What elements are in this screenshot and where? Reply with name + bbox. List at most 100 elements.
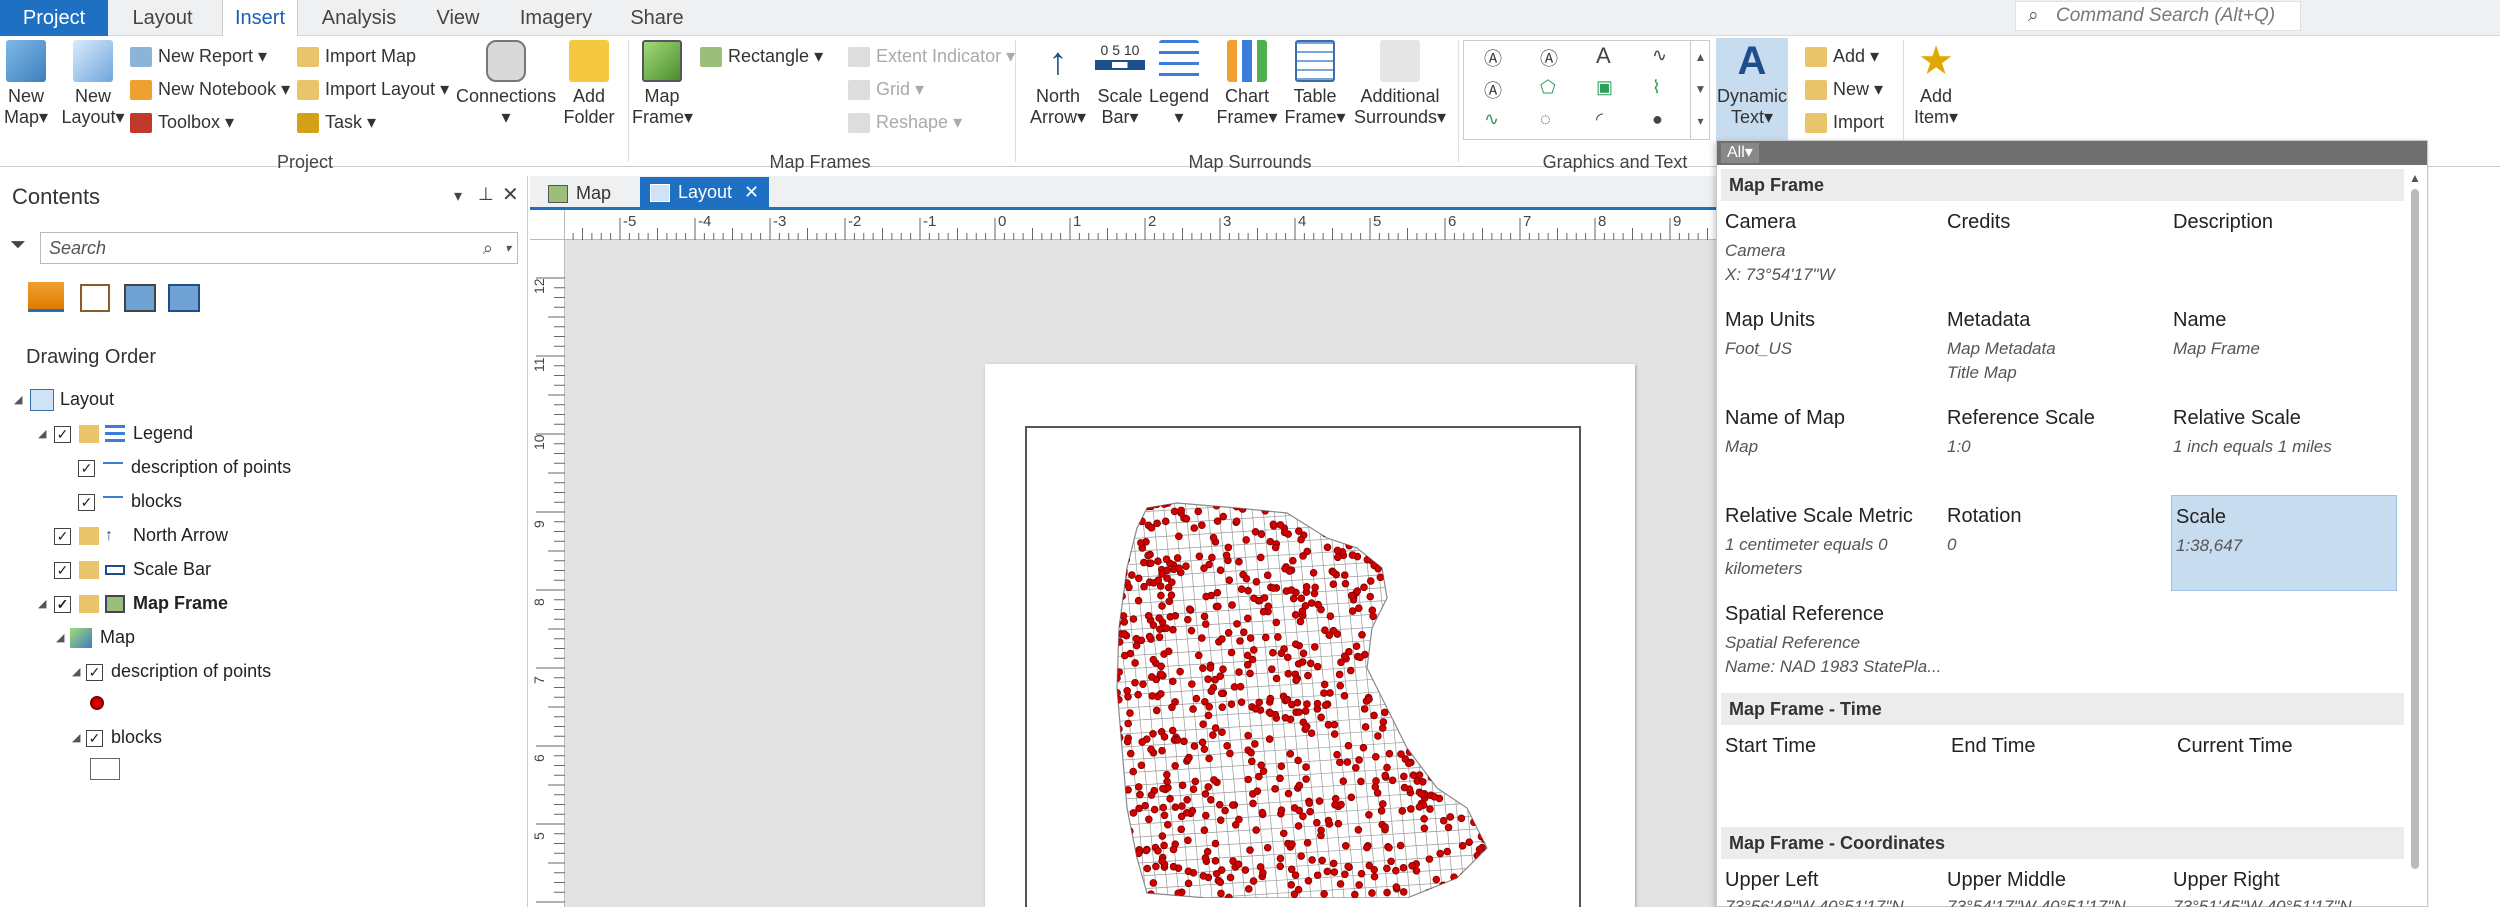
visibility-checkbox[interactable]: ✓ <box>86 663 103 681</box>
arc-icon[interactable]: ◜ <box>1596 109 1603 130</box>
import-layout-button[interactable]: Import Layout ▾ <box>297 75 449 103</box>
close-tab-icon[interactable]: ✕ <box>744 182 759 202</box>
selection-tab[interactable] <box>124 284 156 312</box>
tree-item-north-arrow[interactable]: ✓ ↑ North Arrow <box>54 522 228 548</box>
visibility-checkbox[interactable]: ✓ <box>86 729 103 747</box>
dt-item-camera[interactable]: Camera Camera X: 73°54'17"W <box>1721 205 1947 297</box>
curve-icon[interactable]: ∿ <box>1484 109 1499 130</box>
scale-bar-button[interactable]: 0 5 10 Scale Bar▾ <box>1094 40 1146 128</box>
layout-canvas[interactable] <box>565 240 1720 907</box>
line-icon[interactable]: ⌇ <box>1652 77 1661 98</box>
picture-icon[interactable]: ▣ <box>1596 77 1613 98</box>
visibility-checkbox[interactable]: ✓ <box>54 561 71 579</box>
reshape-button[interactable]: Reshape ▾ <box>848 108 962 136</box>
tab-share[interactable]: Share <box>622 0 692 36</box>
rectangle-button[interactable]: Rectangle ▾ <box>700 42 823 70</box>
filter-dropdown[interactable]: All▾ <box>1721 143 1759 163</box>
tab-imagery[interactable]: Imagery <box>508 0 604 36</box>
dt-item-start-time[interactable]: Start Time <box>1725 735 1816 758</box>
dt-item-metadata[interactable]: Metadata Map Metadata Title Map <box>1947 303 2173 395</box>
dt-item-upper-left[interactable]: Upper Left 73°56'48"W 40°51'17"N <box>1721 865 1947 907</box>
tab-view[interactable]: View <box>425 0 491 36</box>
add-style-button[interactable]: Add ▾ <box>1805 42 1879 70</box>
toolbox-button[interactable]: Toolbox ▾ <box>130 108 234 136</box>
expand-icon[interactable]: ◢ <box>38 597 46 610</box>
dt-item-upper-right[interactable]: Upper Right 73°51'45"W 40°51'17"N <box>2173 865 2399 907</box>
visibility-checkbox[interactable]: ✓ <box>54 595 71 613</box>
pin-icon[interactable]: ⊥ <box>478 184 494 205</box>
view-tab-map[interactable]: Map <box>540 179 619 207</box>
close-pane-icon[interactable]: ✕ <box>502 182 519 207</box>
graphics-gallery[interactable]: Ⓐ Ⓐ A ∿ Ⓐ ⬠ ▣ ⌇ ∿ ◌ ◜ ● ▲ ▼ ▾ <box>1463 40 1710 140</box>
new-map-button[interactable]: New Map▾ <box>0 40 52 128</box>
tree-item-layout[interactable]: Layout <box>30 386 114 412</box>
scroll-thumb[interactable] <box>2411 189 2419 869</box>
visibility-checkbox[interactable]: ✓ <box>78 459 95 477</box>
visibility-checkbox[interactable]: ✓ <box>78 493 95 511</box>
import-map-button[interactable]: Import Map <box>297 42 416 70</box>
polygon-symbol[interactable] <box>90 758 120 780</box>
new-style-button[interactable]: New ▾ <box>1805 75 1883 103</box>
view-tab-layout[interactable]: Layout ✕ <box>640 177 770 210</box>
snapping-tab[interactable] <box>168 284 200 312</box>
new-report-button[interactable]: New Report ▾ <box>130 42 267 70</box>
dt-item-relative-scale[interactable]: Relative Scale 1 inch equals 1 miles <box>2173 401 2399 493</box>
tree-item-legend-points[interactable]: ✓ description of points <box>78 454 291 480</box>
polygon-text-icon[interactable]: ⬠ <box>1540 77 1556 98</box>
task-button[interactable]: Task ▾ <box>297 108 376 136</box>
new-layout-button[interactable]: New Layout▾ <box>60 40 126 128</box>
visibility-checkbox[interactable]: ✓ <box>54 527 71 545</box>
dt-item-rotation[interactable]: Rotation 0 <box>1947 497 2173 593</box>
circle-text-icon[interactable]: Ⓐ <box>1484 77 1502 103</box>
contents-search-input[interactable]: Search ⌕ ▾ <box>40 232 518 264</box>
gallery-scrollbar[interactable]: ▲ <box>2407 171 2423 906</box>
table-frame-button[interactable]: Table Frame▾ <box>1284 40 1346 128</box>
scroll-up-icon[interactable]: ▲ <box>2407 171 2423 185</box>
expand-icon[interactable]: ◢ <box>38 427 46 440</box>
lock-icon[interactable] <box>79 527 99 546</box>
curved-text-icon[interactable]: ∿ <box>1652 45 1667 66</box>
text-box-icon[interactable]: Ⓐ <box>1484 45 1502 71</box>
tab-project[interactable]: Project <box>0 0 108 36</box>
text-tilted-icon[interactable]: Ⓐ <box>1540 45 1558 71</box>
tab-layout[interactable]: Layout <box>120 0 205 36</box>
dt-item-relative-scale-metric[interactable]: Relative Scale Metric 1 centimeter equal… <box>1721 497 1947 593</box>
layout-page[interactable] <box>985 364 1635 907</box>
tab-analysis[interactable]: Analysis <box>313 0 405 36</box>
circle-icon[interactable]: ● <box>1652 109 1663 130</box>
dt-item-spatial-reference[interactable]: Spatial Reference Spatial Reference Name:… <box>1721 595 2021 691</box>
dt-item-end-time[interactable]: End Time <box>1951 735 2035 758</box>
map-frame-button[interactable]: Map Frame▾ <box>632 40 693 128</box>
dt-item-current-time[interactable]: Current Time <box>2177 735 2293 758</box>
lock-icon[interactable] <box>79 425 99 444</box>
expand-icon[interactable]: ◢ <box>72 665 80 678</box>
dt-item-map-units[interactable]: Map Units Foot_US <box>1721 303 1947 395</box>
chart-frame-button[interactable]: Chart Frame▾ <box>1214 40 1280 128</box>
map-frame[interactable] <box>1025 426 1581 907</box>
lock-icon[interactable] <box>79 561 99 580</box>
dynamic-text-button[interactable]: A Dynamic Text▾ <box>1716 38 1788 140</box>
expand-icon[interactable]: ◢ <box>72 731 80 744</box>
import-style-button[interactable]: Import <box>1805 108 1884 136</box>
search-dropdown-icon[interactable]: ▾ <box>505 233 511 263</box>
dt-item-reference-scale[interactable]: Reference Scale 1:0 <box>1947 401 2173 493</box>
tree-item-layer-points[interactable]: ✓ description of points <box>86 658 271 684</box>
expand-icon[interactable]: ◢ <box>56 631 64 644</box>
freehand-icon[interactable]: ◌ <box>1540 109 1551 130</box>
point-symbol[interactable] <box>90 696 104 710</box>
dt-item-scale[interactable]: Scale 1:38,647 <box>2171 495 2397 591</box>
tree-item-scale-bar[interactable]: ✓ Scale Bar <box>54 556 211 582</box>
source-order-tab[interactable] <box>80 284 110 312</box>
text-icon[interactable]: A <box>1596 43 1611 69</box>
tree-item-map[interactable]: Map <box>70 624 135 650</box>
north-arrow-button[interactable]: ↑ North Arrow▾ <box>1025 40 1091 128</box>
dt-item-upper-middle[interactable]: Upper Middle 73°54'17"W 40°51'17"N <box>1947 865 2173 907</box>
new-notebook-button[interactable]: New Notebook ▾ <box>130 75 290 103</box>
drawing-order-tab[interactable] <box>28 282 64 312</box>
tree-item-map-frame[interactable]: ✓ Map Frame <box>54 590 228 616</box>
gallery-scroll[interactable]: ▲ ▼ ▾ <box>1690 41 1710 139</box>
additional-surrounds-button[interactable]: Additional Surrounds▾ <box>1350 40 1450 128</box>
pane-menu-icon[interactable]: ▾ <box>454 186 462 206</box>
dt-item-description[interactable]: Description <box>2173 205 2399 297</box>
search-icon[interactable]: ⌕ <box>483 233 493 263</box>
